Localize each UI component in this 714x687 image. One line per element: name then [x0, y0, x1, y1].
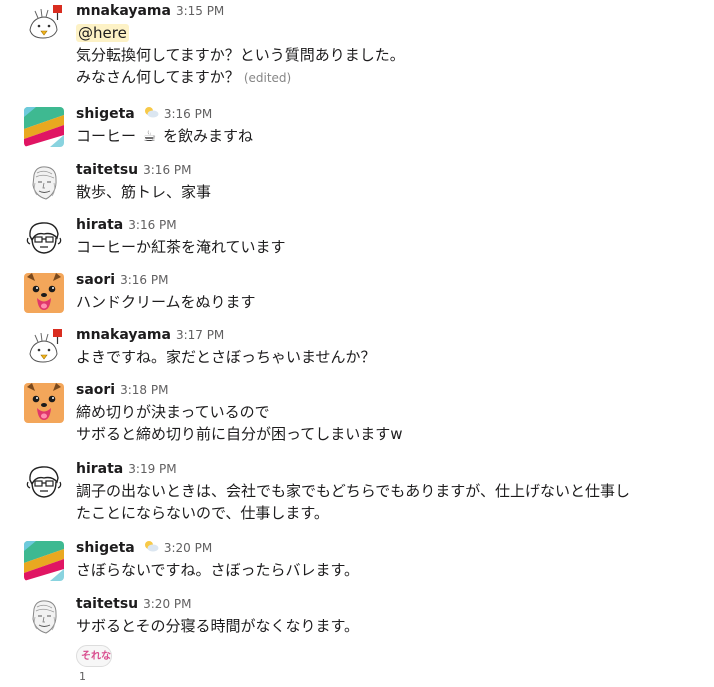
avatar-shigeta[interactable] [24, 107, 64, 147]
author-name[interactable]: shigeta [76, 106, 135, 122]
timestamp[interactable]: 3:16 PM [120, 273, 168, 287]
message: hirata 3:16 PM コーヒーか紅茶を淹れています [0, 214, 714, 262]
sun-behind-cloud-icon[interactable] [143, 539, 159, 559]
message-line: 調子の出ないときは、会社でも家でもどちらでもありますが、仕上げないと仕事し [76, 482, 630, 500]
message-body: ハンドクリームをぬります [76, 291, 256, 313]
author-name[interactable]: saori [76, 382, 115, 398]
author-name[interactable]: taitetsu [76, 162, 138, 178]
dog-face-avatar-icon [24, 273, 64, 313]
timestamp[interactable]: 3:16 PM [128, 218, 176, 232]
message-body: よきですね。家だとさぼっちゃいませんか？ [76, 346, 376, 368]
message-body: コーヒーか紅茶を淹れています [76, 236, 286, 258]
message-line: さぼらないですね。さぼったらバレます。 [76, 561, 360, 579]
timestamp[interactable]: 3:17 PM [176, 328, 224, 342]
message: hirata 3:19 PM 調子の出ないときは、会社でも家でもどちらでもあります… [0, 458, 714, 530]
message: taitetsu 3:16 PM 散歩、筋トレ、家事 [0, 159, 714, 207]
message-line: サボると締め切り前に自分が困ってしまいますw [76, 425, 403, 443]
message: shigeta 3:20 PM さぼらないですね。さぼったらバレます。 [0, 537, 714, 585]
avatar-taitetsu[interactable] [24, 597, 64, 637]
author-name[interactable]: saori [76, 272, 115, 288]
avatar-saori[interactable] [24, 273, 64, 313]
avatar-hirata[interactable] [24, 218, 64, 258]
message-line: 散歩、筋トレ、家事 [76, 183, 212, 201]
timestamp[interactable]: 3:20 PM [164, 541, 212, 555]
message-line: 締め切りが決まっているので [76, 403, 270, 421]
reaction-button[interactable]: それな 1 [76, 645, 112, 683]
sketch-portrait-avatar-icon [24, 597, 64, 637]
message-line: ハンドクリームをぬります [76, 293, 256, 311]
message-line: よきですね。家だとさぼっちゃいませんか？ [76, 348, 376, 366]
timestamp[interactable]: 3:18 PM [120, 383, 168, 397]
avatar-saori[interactable] [24, 383, 64, 423]
avatar-shigeta[interactable] [24, 541, 64, 581]
message-body: サボるとその分寝る時間がなくなります。 [76, 615, 359, 637]
author-name[interactable]: hirata [76, 217, 123, 233]
message: shigeta 3:16 PM コーヒー ☕ を飲みますね [0, 103, 714, 151]
author-name[interactable]: shigeta [76, 540, 135, 556]
sketch-portrait-avatar-icon [24, 163, 64, 203]
message-feed: mnakayama 3:15 PM @here 気分転換何してますか？という質問あ… [0, 0, 714, 683]
timestamp[interactable]: 3:19 PM [128, 462, 176, 476]
message-line: たことにならないので、仕事します。 [76, 504, 329, 522]
message-body: 締め切りが決まっているので サボると締め切り前に自分が困ってしまいますw [76, 401, 403, 445]
coffee-emoji-icon: ☕ [142, 127, 157, 145]
timestamp[interactable]: 3:16 PM [164, 107, 212, 121]
message: taitetsu 3:20 PM サボるとその分寝る時間がなくなります。 それな 1 [0, 593, 714, 683]
message-line: コーヒーか紅茶を淹れています [76, 238, 286, 256]
message: mnakayama 3:17 PM よきですね。家だとさぼっちゃいませんか？ [0, 324, 714, 372]
author-name[interactable]: taitetsu [76, 596, 138, 612]
avatar-taitetsu[interactable] [24, 163, 64, 203]
reaction-count: 1 [79, 670, 86, 683]
message-body: 散歩、筋トレ、家事 [76, 181, 211, 203]
timestamp[interactable]: 3:15 PM [176, 4, 224, 18]
message-text: コーヒー [76, 127, 137, 145]
message-body: @here 気分転換何してますか？という質問ありました。 みなさん何してますか？… [76, 22, 405, 88]
edited-label: (edited) [243, 71, 292, 85]
message-body: 調子の出ないときは、会社でも家でもどちらでもありますが、仕上げないと仕事し たこ… [76, 480, 630, 524]
here-mention[interactable]: @here [76, 24, 129, 42]
timestamp[interactable]: 3:20 PM [143, 597, 191, 611]
sorena-emoji-icon: それな [81, 651, 111, 662]
message: mnakayama 3:15 PM @here 気分転換何してますか？という質問あ… [0, 0, 714, 96]
author-name[interactable]: hirata [76, 461, 123, 477]
message-body: さぼらないですね。さぼったらバレます。 [76, 559, 359, 581]
slack-logo-avatar-icon [24, 541, 64, 581]
message-line: 気分転換何してますか？という質問ありました。 [76, 46, 405, 64]
message-line: サボるとその分寝る時間がなくなります。 [76, 617, 360, 635]
author-name[interactable]: mnakayama [76, 3, 171, 19]
message-line: みなさん何してますか？ [76, 68, 240, 86]
line-drawing-face-avatar-icon [24, 462, 64, 502]
sun-behind-cloud-icon[interactable] [143, 105, 159, 125]
message-body: コーヒー ☕ を飲みますね [76, 125, 253, 147]
bird-avatar-icon [24, 4, 64, 44]
slack-logo-avatar-icon [24, 107, 64, 147]
line-drawing-face-avatar-icon [24, 218, 64, 258]
dog-face-avatar-icon [24, 383, 64, 423]
message: saori 3:16 PM ハンドクリームをぬります [0, 269, 714, 317]
avatar-mnakayama[interactable] [24, 328, 64, 368]
timestamp[interactable]: 3:16 PM [143, 163, 191, 177]
message: saori 3:18 PM 締め切りが決まっているので サボると締め切り前に自分が… [0, 379, 714, 449]
avatar-hirata[interactable] [24, 462, 64, 502]
avatar-mnakayama[interactable] [24, 4, 64, 44]
author-name[interactable]: mnakayama [76, 327, 171, 343]
message-text: を飲みますね [163, 127, 254, 145]
bird-avatar-icon [24, 328, 64, 368]
